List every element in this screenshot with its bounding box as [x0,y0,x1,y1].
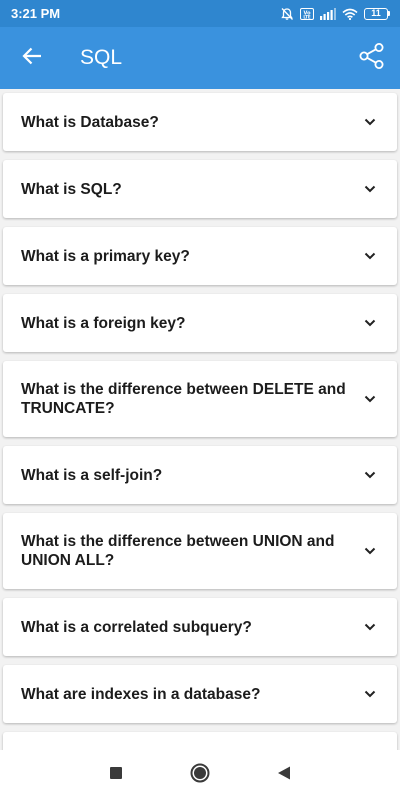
chevron-down-icon [363,182,377,196]
question-item[interactable]: What is a self-join? [3,446,397,504]
question-text: What is a correlated subquery? [21,618,252,636]
question-item[interactable] [3,732,397,750]
chevron-down-icon [363,544,377,558]
question-text: What is Database? [21,113,159,131]
chevron-down-icon [363,316,377,330]
home-circle-icon [189,762,211,789]
question-item[interactable]: What is a foreign key? [3,294,397,352]
question-item[interactable]: What is a primary key? [3,227,397,285]
system-nav-bar [0,750,400,800]
question-item[interactable]: What is a correlated subquery? [3,598,397,656]
chevron-down-icon [363,620,377,634]
status-icons: Vo LTE 11 [280,7,390,21]
share-button[interactable] [344,27,400,89]
chevron-down-icon [363,687,377,701]
app-bar: SQL [0,27,400,89]
battery-icon: 11 [364,7,390,20]
status-bar: 3:21 PM Vo LTE 11 [0,0,400,27]
chevron-down-icon [363,392,377,406]
question-text: What is SQL? [21,180,122,198]
status-time: 3:21 PM [11,6,61,21]
question-item[interactable]: What is the difference between UNION and… [3,513,397,589]
recents-button[interactable] [74,750,158,800]
question-item[interactable]: What is Database? [3,93,397,151]
mute-icon [280,7,294,21]
back-button[interactable] [0,27,60,89]
volte-icon: Vo LTE [300,7,314,20]
question-text: What is the difference between UNION and… [21,533,335,569]
chevron-down-icon [363,249,377,263]
arrow-left-icon [21,47,42,70]
nav-back-button[interactable] [242,750,326,800]
chevron-down-icon [363,115,377,129]
back-triangle-icon [276,765,292,786]
svg-text:LTE: LTE [303,14,311,19]
question-text: What is a primary key? [21,247,190,265]
question-text: What is the difference between DELETE an… [21,381,346,417]
chevron-down-icon [363,468,377,482]
question-text: What is a foreign key? [21,314,186,332]
page-title: SQL [80,46,123,69]
home-button[interactable] [158,750,242,800]
share-icon [358,42,386,75]
question-text: What are indexes in a database? [21,685,261,703]
battery-level: 11 [364,7,388,20]
question-list: What is Database? What is SQL? What is a… [0,89,400,750]
question-item[interactable]: What are indexes in a database? [3,665,397,723]
question-item[interactable]: What is the difference between DELETE an… [3,361,397,437]
question-text: What is a self-join? [21,466,163,484]
recents-square-icon [109,766,123,785]
question-item[interactable]: What is SQL? [3,160,397,218]
signal-icon [320,7,336,20]
wifi-icon [342,8,358,20]
